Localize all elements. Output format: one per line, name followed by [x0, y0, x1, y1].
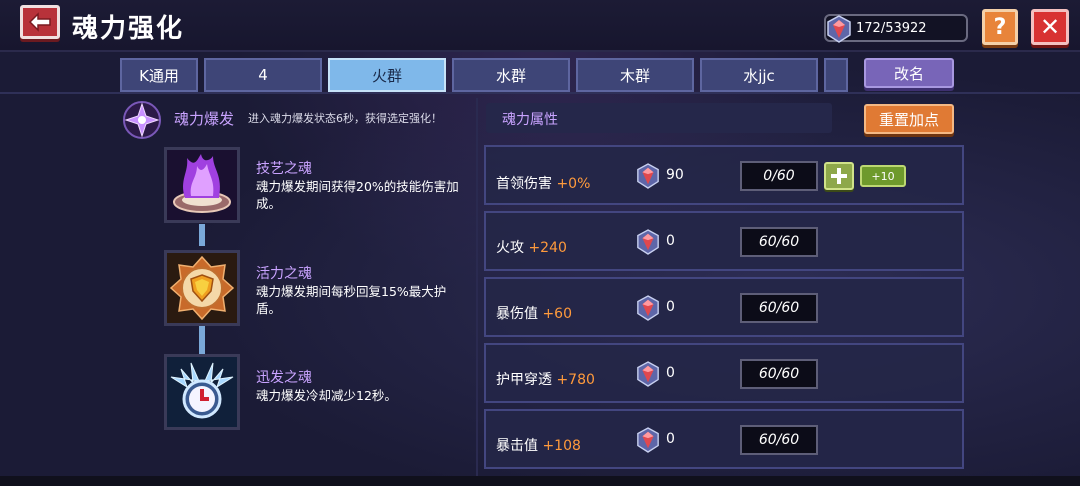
soul-gem-icon [827, 15, 851, 43]
attribute-row: 护甲穿透 +780 0 60/60 [484, 343, 964, 403]
attribute-row: 暴击值 +108 0 60/60 [484, 409, 964, 469]
tab-4[interactable]: 4 [204, 58, 322, 92]
rename-button[interactable]: 改名 [864, 58, 954, 88]
attribute-cost: 0 [666, 233, 675, 249]
back-arrow-icon [28, 12, 51, 32]
soul-gem-icon [637, 361, 659, 387]
add-point-button[interactable] [824, 162, 854, 190]
soul-name: 迅发之魂 [256, 370, 312, 386]
attribute-label: 暴击值 +108 [496, 435, 581, 455]
soul-icon-frame[interactable] [164, 147, 240, 223]
soul-gem-icon [637, 295, 659, 321]
purple-flame-icon [167, 150, 237, 220]
attributes-header: 魂力属性 [486, 103, 832, 133]
currency-value: 172/53922 [856, 21, 927, 36]
attribute-row: 暴伤值 +60 0 60/60 [484, 277, 964, 337]
tab-more[interactable] [824, 58, 848, 92]
soul-icon-frame[interactable] [164, 354, 240, 430]
soul-gem-icon [637, 229, 659, 255]
attribute-label: 护甲穿透 +780 [496, 369, 595, 389]
attribute-name: 火攻 [496, 240, 524, 256]
reset-points-button[interactable]: 重置加点 [864, 104, 954, 134]
attribute-label: 暴伤值 +60 [496, 303, 572, 323]
burst-description: 进入魂力爆发状态6秒，获得选定强化！ [248, 112, 442, 125]
attribute-label: 首领伤害 +0% [496, 173, 590, 193]
top-bar: 魂力强化 172/53922 ? ✕ [0, 0, 1080, 52]
attribute-name: 护甲穿透 [496, 372, 552, 388]
soul-gem-icon [637, 427, 659, 453]
attribute-name: 首领伤害 [496, 176, 552, 192]
close-button[interactable]: ✕ [1031, 9, 1069, 45]
page-title: 魂力强化 [72, 14, 185, 44]
attribute-row: 首领伤害 +0% 90 0/60 +10 [484, 145, 964, 205]
attribute-bonus: +780 [556, 372, 595, 388]
golden-shield-icon [167, 253, 237, 323]
attribute-label: 火攻 +240 [496, 237, 567, 257]
soul-description: 魂力爆发期间每秒回复15%最大护盾。 [256, 284, 447, 316]
tab-water-group[interactable]: 水群 [452, 58, 570, 92]
help-button[interactable]: ? [982, 9, 1018, 45]
back-button[interactable] [20, 5, 60, 39]
tab-general[interactable]: K通用 [120, 58, 198, 92]
soul-connector [199, 326, 205, 354]
attribute-progress: 60/60 [740, 293, 818, 323]
attribute-bonus: +0% [556, 176, 591, 192]
attribute-name: 暴击值 [496, 438, 538, 454]
tab-wood-group[interactable]: 木群 [576, 58, 694, 92]
attribute-cost: 90 [666, 167, 684, 183]
divider [0, 92, 1080, 94]
burst-title: 魂力爆发 [174, 110, 235, 128]
group-tabs: K通用 4 火群 水群 木群 水jjc [0, 58, 860, 92]
tab-water-jjc[interactable]: 水jjc [700, 58, 818, 92]
attribute-progress: 60/60 [740, 227, 818, 257]
attribute-cost: 0 [666, 431, 675, 447]
soul-icon-frame[interactable] [164, 250, 240, 326]
attribute-cost: 0 [666, 365, 675, 381]
tab-fire-group[interactable]: 火群 [328, 58, 446, 92]
soul-burst-icon [123, 101, 161, 139]
soul-name: 技艺之魂 [256, 161, 312, 177]
soul-gem-icon [637, 163, 659, 189]
attribute-bonus: +108 [542, 438, 581, 454]
add-ten-points-button[interactable]: +10 [860, 165, 906, 187]
attribute-row: 火攻 +240 0 60/60 [484, 211, 964, 271]
soul-connector [199, 224, 205, 246]
attribute-progress: 0/60 [740, 161, 818, 191]
bottom-edge [0, 476, 1080, 486]
attribute-progress: 60/60 [740, 425, 818, 455]
attribute-bonus: +240 [528, 240, 567, 256]
plus-icon [831, 168, 847, 184]
attribute-name: 暴伤值 [496, 306, 538, 322]
attribute-bonus: +60 [542, 306, 572, 322]
soul-name: 活力之魂 [256, 266, 312, 282]
clock-wings-icon [167, 357, 237, 427]
attributes-title: 魂力属性 [502, 112, 558, 128]
attribute-progress: 60/60 [740, 359, 818, 389]
column-divider [476, 98, 478, 478]
soul-description: 魂力爆发冷却减少12秒。 [256, 388, 397, 403]
attribute-cost: 0 [666, 299, 675, 315]
soul-description: 魂力爆发期间获得20%的技能伤害加成。 [256, 179, 459, 211]
soul-currency-display: 172/53922 [824, 14, 968, 43]
